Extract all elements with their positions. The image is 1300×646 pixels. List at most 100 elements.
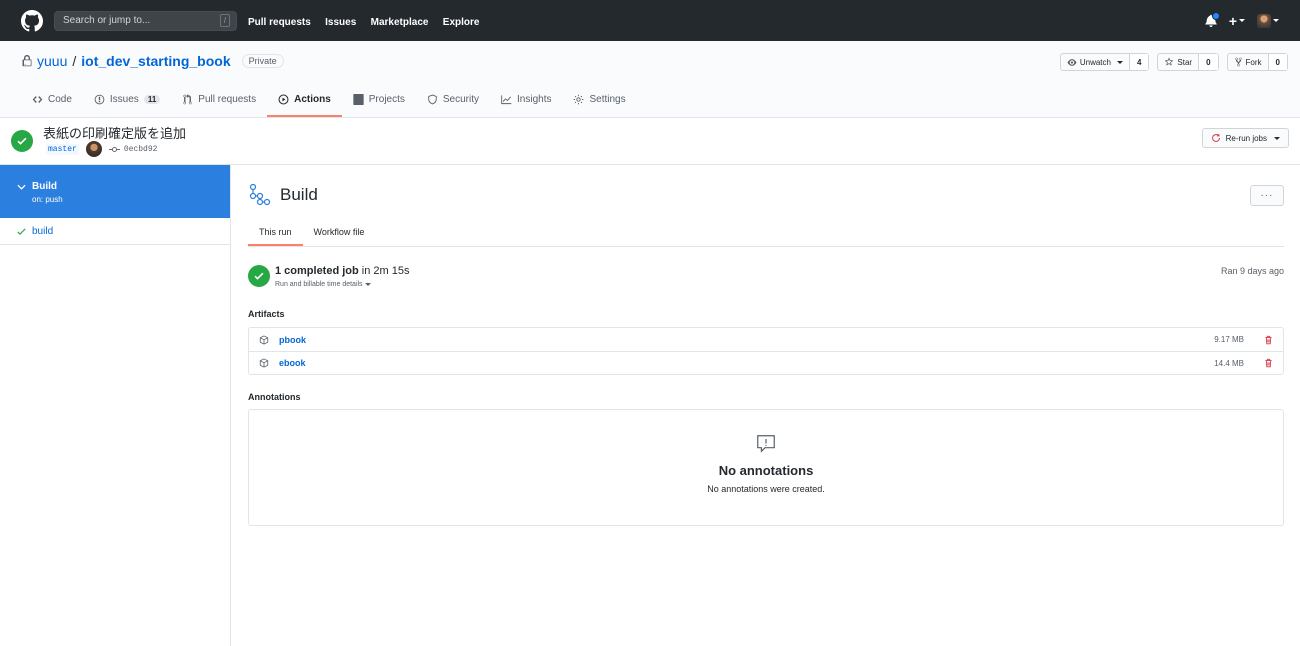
more-options-button[interactable]: ···: [1250, 185, 1284, 206]
no-annotations-description: No annotations were created.: [707, 484, 825, 494]
comment-alert-icon: [757, 435, 775, 453]
fork-count[interactable]: 0: [1267, 54, 1287, 70]
branch-name[interactable]: master: [46, 143, 79, 155]
commit-title: 表紙の印刷確定版を追加: [43, 127, 187, 142]
search-shortcut-key: /: [219, 14, 230, 27]
user-avatar: [1257, 13, 1271, 28]
sidebar-workflow-build[interactable]: Build on: push: [0, 165, 230, 218]
sync-icon: [1211, 133, 1220, 142]
package-icon: [259, 358, 269, 368]
tab-issues[interactable]: Issues 11: [83, 83, 171, 117]
repo-owner-link[interactable]: yuuu: [37, 53, 67, 69]
star-count[interactable]: 0: [1198, 54, 1218, 70]
tab-actions[interactable]: Actions: [267, 83, 342, 117]
tab-projects-label: Projects: [368, 93, 405, 105]
workflow-tabs: This run Workflow file: [248, 219, 1284, 247]
tab-security[interactable]: Security: [416, 83, 490, 117]
star-button-group: Star 0: [1157, 53, 1219, 71]
summary-text: 1 completed job in 2m 15s: [275, 265, 410, 277]
fork-label: Fork: [1245, 57, 1262, 67]
commit-sha[interactable]: 0ecbd92: [108, 144, 158, 154]
summary-count: 1 completed job: [275, 265, 359, 277]
commit-meta: master 0ecbd92: [46, 141, 157, 157]
gear-icon: [574, 94, 584, 104]
play-icon: [278, 94, 289, 104]
search-input[interactable]: Search or jump to... /: [54, 10, 237, 31]
create-new-menu[interactable]: +: [1229, 13, 1245, 29]
tab-security-label: Security: [442, 93, 480, 105]
tab-code[interactable]: Code: [21, 83, 83, 117]
trash-icon[interactable]: [1264, 358, 1273, 368]
lock-icon: [22, 55, 32, 67]
billable-details-toggle[interactable]: Run and billable time details: [275, 281, 371, 288]
notifications-bell-icon[interactable]: [1205, 12, 1220, 27]
nav-issues[interactable]: Issues: [325, 17, 356, 28]
tab-projects[interactable]: Projects: [342, 83, 416, 117]
git-commit-icon: [108, 146, 120, 152]
fork-icon: [1234, 57, 1242, 67]
unwatch-label: Unwatch: [1079, 57, 1111, 67]
artifact-size: 9.17 MB: [1214, 335, 1244, 344]
artifact-link[interactable]: ebook: [279, 358, 1214, 368]
repo-actions: Unwatch 4 Star 0 Fork 0: [1059, 53, 1288, 71]
annotations-empty-state: No annotations No annotations were creat…: [248, 409, 1284, 526]
sidebar-job-build[interactable]: build: [0, 218, 230, 245]
github-logo-icon[interactable]: [21, 9, 43, 32]
issue-opened-icon: [94, 94, 105, 104]
fork-button[interactable]: Fork: [1228, 54, 1268, 70]
tab-insights-label: Insights: [517, 93, 552, 105]
repo-name-link[interactable]: iot_dev_starting_book: [81, 53, 230, 69]
star-label: Star: [1177, 57, 1193, 67]
chevron-down-icon: [1273, 19, 1279, 22]
artifact-link[interactable]: pbook: [279, 335, 1214, 345]
plus-icon: +: [1228, 12, 1237, 29]
global-nav: Pull requests Issues Marketplace Explore: [248, 14, 490, 28]
chevron-down-icon: [17, 184, 26, 190]
artifact-size: 14.4 MB: [1214, 358, 1244, 368]
run-summary: 1 completed job in 2m 15s Run and billab…: [248, 265, 1284, 291]
run-time: Ran 9 days ago: [1220, 266, 1284, 276]
rerun-jobs-button[interactable]: Re-run jobs: [1201, 128, 1289, 148]
check-icon: [17, 227, 26, 235]
artifacts-list: pbook 9.17 MB ebook 14.4 MB: [248, 327, 1284, 375]
chevron-down-icon: [1274, 136, 1280, 140]
tab-settings[interactable]: Settings: [562, 83, 636, 117]
trash-icon[interactable]: [1264, 335, 1273, 345]
tab-workflow-file[interactable]: Workflow file: [303, 219, 376, 246]
repo-title: yuuu / iot_dev_starting_book Private: [22, 53, 284, 69]
summary-success-icon: [248, 265, 270, 287]
workflow-trigger: on: push: [32, 195, 63, 204]
tab-insights[interactable]: Insights: [490, 83, 562, 117]
watch-button-group: Unwatch 4: [1059, 53, 1150, 71]
run-header: 表紙の印刷確定版を追加 master 0ecbd92 Re-run jobs: [0, 118, 1300, 165]
nav-explore[interactable]: Explore: [443, 17, 480, 28]
unwatch-button[interactable]: Unwatch: [1061, 54, 1129, 70]
issues-counter: 11: [143, 94, 161, 104]
committer-avatar[interactable]: [85, 141, 102, 157]
tab-settings-label: Settings: [589, 93, 626, 105]
annotations-heading: Annotations: [248, 392, 301, 402]
tab-code-label: Code: [48, 93, 72, 105]
global-header: Search or jump to... / Pull requests Iss…: [0, 0, 1300, 41]
run-sidebar: Build on: push build: [0, 165, 231, 646]
job-name: build: [32, 225, 54, 237]
search-placeholder: Search or jump to...: [63, 15, 151, 26]
tab-pull-requests-label: Pull requests: [198, 93, 257, 105]
project-icon: [353, 93, 364, 105]
billable-details-label: Run and billable time details: [275, 281, 363, 288]
star-button[interactable]: Star: [1158, 54, 1198, 70]
artifact-row: ebook 14.4 MB: [249, 351, 1283, 374]
commit-sha-text: 0ecbd92: [123, 144, 158, 154]
tab-this-run[interactable]: This run: [248, 219, 303, 246]
nav-pull-requests[interactable]: Pull requests: [248, 17, 311, 28]
package-icon: [259, 334, 269, 345]
graph-icon: [501, 94, 512, 104]
shield-icon: [428, 94, 437, 104]
run-main: Build ··· This run Workflow file 1 compl…: [231, 165, 1300, 646]
tab-pull-requests[interactable]: Pull requests: [171, 83, 267, 117]
watch-count[interactable]: 4: [1128, 54, 1149, 70]
chevron-down-icon: [1116, 60, 1123, 64]
nav-marketplace[interactable]: Marketplace: [371, 17, 429, 28]
header-user-area: +: [1205, 12, 1279, 29]
user-menu[interactable]: [1257, 13, 1279, 28]
